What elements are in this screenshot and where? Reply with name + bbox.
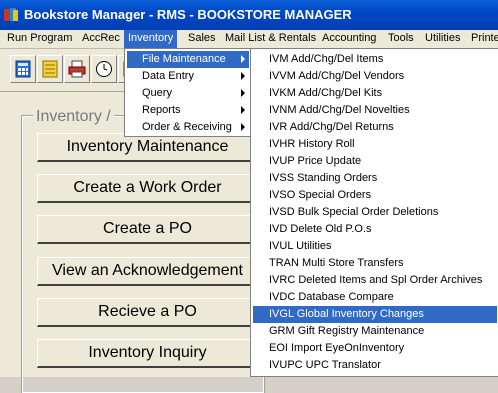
chevron-right-icon [241, 72, 245, 80]
menu-item-ivupc[interactable]: IVUPC UPC Translator [253, 357, 497, 374]
menu-tools[interactable]: Tools [384, 30, 418, 48]
menu-item-ivd[interactable]: IVD Delete Old P.O.s [253, 221, 497, 238]
menu-item-eoi[interactable]: EOI Import EyeOnInventory [253, 340, 497, 357]
ledger-button[interactable] [37, 55, 63, 83]
inventory-menu: File Maintenance Data Entry Query Report… [124, 48, 252, 137]
menu-run-program[interactable]: Run Program [3, 30, 76, 48]
menu-sales[interactable]: Sales [184, 30, 220, 48]
menu-item-tran[interactable]: TRAN Multi Store Transfers [253, 255, 497, 272]
menu-item-ivso[interactable]: IVSO Special Orders [253, 187, 497, 204]
menu-item-label: Order & Receiving [142, 121, 232, 133]
menu-bar: Run Program AccRec Inventory Sales Mail … [0, 30, 498, 49]
menu-item-label: Data Entry [142, 70, 194, 82]
window-title: Bookstore Manager - RMS - BOOKSTORE MANA… [24, 7, 352, 22]
view-acknowledgement-button[interactable]: View an Acknowledgement [37, 257, 259, 286]
calculator-icon [15, 60, 31, 78]
menu-item-ivnm[interactable]: IVNM Add/Chg/Del Novelties [253, 102, 497, 119]
menu-item-reports[interactable]: Reports [127, 102, 249, 119]
menu-item-ivgl[interactable]: IVGL Global Inventory Changes [253, 306, 497, 323]
chevron-right-icon [241, 89, 245, 97]
menu-item-grm[interactable]: GRM Gift Registry Maintenance [253, 323, 497, 340]
clock-button[interactable] [91, 55, 117, 83]
create-work-order-button[interactable]: Create a Work Order [37, 174, 259, 203]
menu-utilities[interactable]: Utilities [421, 30, 464, 48]
group-label: Inventory / [33, 108, 114, 126]
menu-item-label: File Maintenance [142, 53, 226, 65]
ledger-icon [42, 60, 58, 78]
file-maintenance-menu: IVM Add/Chg/Del Items IVVM Add/Chg/Del V… [250, 48, 498, 377]
printer-icon [68, 60, 86, 78]
menu-item-file-maintenance[interactable]: File Maintenance [127, 51, 249, 68]
menu-item-ivvm[interactable]: IVVM Add/Chg/Del Vendors [253, 68, 497, 85]
recieve-po-button[interactable]: Recieve a PO [37, 298, 259, 327]
menu-item-label: Query [142, 87, 172, 99]
menu-item-ivsd[interactable]: IVSD Bulk Special Order Deletions [253, 204, 497, 221]
menu-inventory[interactable]: Inventory [124, 30, 178, 48]
print-button[interactable] [64, 55, 90, 83]
menu-item-ivrc[interactable]: IVRC Deleted Items and Spl Order Archive… [253, 272, 497, 289]
menu-accounting[interactable]: Accounting [318, 30, 380, 48]
menu-item-order-receiving[interactable]: Order & Receiving [127, 119, 249, 136]
menu-item-ivup[interactable]: IVUP Price Update [253, 153, 497, 170]
menu-item-ivdc[interactable]: IVDC Database Compare [253, 289, 497, 306]
menu-item-ivr[interactable]: IVR Add/Chg/Del Returns [253, 119, 497, 136]
menu-item-ivhr[interactable]: IVHR History Roll [253, 136, 497, 153]
menu-mail-list-rentals[interactable]: Mail List & Rentals [221, 30, 320, 48]
menu-item-ivss[interactable]: IVSS Standing Orders [253, 170, 497, 187]
chevron-right-icon [241, 123, 245, 131]
title-bar: Bookstore Manager - RMS - BOOKSTORE MANA… [0, 0, 498, 30]
menu-item-ivkm[interactable]: IVKM Add/Chg/Del Kits [253, 85, 497, 102]
app-icon [4, 8, 18, 21]
menu-item-query[interactable]: Query [127, 85, 249, 102]
clock-icon [96, 61, 112, 77]
inventory-inquiry-button[interactable]: Inventory Inquiry [37, 339, 259, 368]
menu-item-data-entry[interactable]: Data Entry [127, 68, 249, 85]
create-po-button[interactable]: Create a PO [37, 215, 259, 244]
chevron-right-icon [241, 106, 245, 114]
menu-item-ivm[interactable]: IVM Add/Chg/Del Items [253, 51, 497, 68]
menu-item-label: Reports [142, 104, 181, 116]
menu-accrec[interactable]: AccRec [78, 30, 124, 48]
menu-item-ivul[interactable]: IVUL Utilities [253, 238, 497, 255]
chevron-right-icon [241, 55, 245, 63]
menu-printers[interactable]: Printe [467, 30, 498, 48]
calculator-button[interactable] [10, 55, 36, 83]
inventory-maintenance-button[interactable]: Inventory Maintenance [37, 133, 259, 162]
